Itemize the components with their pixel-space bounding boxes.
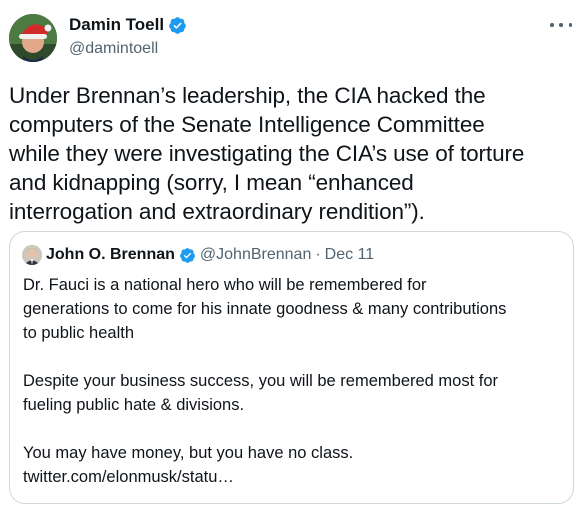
quoted-tweet-text: Dr. Fauci is a national hero who will be…: [23, 273, 563, 489]
tweet-line: Under Brennan’s leadership, the CIA hack…: [9, 83, 486, 108]
tweet: Damin Toell @damintoell Under Brennan’s …: [0, 0, 586, 512]
author-handle[interactable]: @damintoell: [69, 40, 187, 58]
tweet-text: Under Brennan’s leadership, the CIA hack…: [9, 81, 577, 226]
quote-line: Dr. Fauci is a national hero who will be…: [23, 276, 427, 294]
quote-line: to public health: [23, 324, 134, 342]
tweet-line: and kidnapping (sorry, I mean “enhanced: [9, 170, 414, 195]
quoted-tweet-header: John O. Brennan @JohnBrennan · Dec 11: [22, 244, 374, 266]
quote-line: fueling public hate & divisions.: [23, 396, 245, 414]
quoted-author-handle: @JohnBrennan: [199, 246, 312, 263]
tweet-line: computers of the Senate Intelligence Com…: [9, 112, 485, 137]
quoted-tweet-date: Dec 11: [324, 246, 375, 263]
tweet-line: while they were investigating the CIA’s …: [9, 141, 525, 166]
quoted-author-name: John O. Brennan: [46, 246, 175, 263]
separator-dot: ·: [315, 246, 321, 263]
quote-line: generations to come for his innate goodn…: [23, 300, 507, 318]
quote-line: You may have money, but you have no clas…: [23, 444, 354, 462]
quote-link[interactable]: twitter.com/elonmusk/statu…: [23, 465, 563, 489]
author-info: Damin Toell @damintoell: [69, 14, 187, 58]
verified-badge-icon: [168, 16, 187, 35]
more-options-icon[interactable]: [550, 18, 572, 32]
author-avatar[interactable]: [9, 14, 57, 62]
verified-badge-icon: [179, 247, 196, 264]
tweet-header: Damin Toell @damintoell: [9, 10, 586, 62]
quoted-author-avatar: [22, 245, 42, 265]
quote-line: Despite your business success, you will …: [23, 372, 499, 390]
author-name[interactable]: Damin Toell: [69, 15, 164, 35]
quoted-tweet[interactable]: John O. Brennan @JohnBrennan · Dec 11 Dr…: [9, 231, 574, 504]
tweet-line: interrogation and extraordinary renditio…: [9, 199, 425, 224]
